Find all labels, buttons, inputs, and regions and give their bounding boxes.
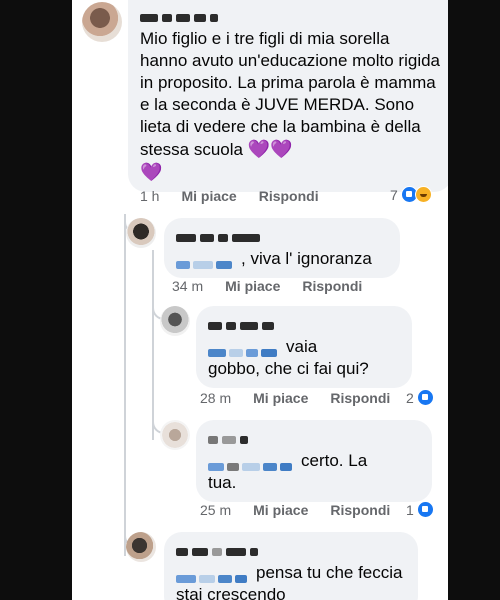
reaction-summary-4[interactable]: 1 <box>406 501 434 518</box>
like-button[interactable]: Mi piace <box>181 188 236 204</box>
timestamp[interactable]: 34 m <box>172 278 203 294</box>
avatar[interactable] <box>160 306 190 336</box>
redacted-name[interactable] <box>208 428 420 444</box>
like-button[interactable]: Mi piace <box>253 390 308 406</box>
like-button[interactable]: Mi piace <box>225 278 280 294</box>
redacted-name[interactable] <box>140 6 440 22</box>
comment-bubble-2: , viva l' ignoranza <box>164 218 400 278</box>
like-reaction-icon <box>416 389 434 406</box>
comment-actions-2: 34 m Mi piace Rispondi <box>172 278 362 294</box>
comment-bubble-5: pensa tu che feccia stai crescendo <box>164 532 418 600</box>
redacted-mention[interactable] <box>208 456 295 472</box>
reply-button[interactable]: Rispondi <box>330 502 390 518</box>
comment-bubble-1: Mio figlio e i tre figli di mia sorella … <box>128 0 448 192</box>
timestamp[interactable]: 28 m <box>200 390 231 406</box>
redacted-name[interactable] <box>176 226 388 242</box>
avatar[interactable] <box>82 2 122 42</box>
redacted-mention[interactable] <box>176 568 250 584</box>
reaction-count: 1 <box>406 501 414 518</box>
redacted-mention[interactable] <box>208 342 280 358</box>
comment-actions-3: 28 m Mi piace Rispondi <box>200 390 390 406</box>
comment-text-line-1: pensa tu che feccia <box>256 563 403 582</box>
reply-button[interactable]: Rispondi <box>330 390 390 406</box>
reaction-summary-1[interactable]: 7 <box>390 186 432 203</box>
like-button[interactable]: Mi piace <box>253 502 308 518</box>
reply-button[interactable]: Rispondi <box>259 188 319 204</box>
avatar[interactable] <box>160 420 190 450</box>
comment-actions-1: 1 h Mi piace Rispondi <box>140 188 319 204</box>
reply-button[interactable]: Rispondi <box>302 278 362 294</box>
purple-heart-emoji: 💜💜 <box>247 139 293 159</box>
thread-line-sub <box>152 250 154 440</box>
comment-bubble-3: vaia gobbo, che ci fai qui? <box>196 306 412 388</box>
reaction-count: 2 <box>406 389 414 406</box>
comment-text-line-2: stai crescendo <box>176 585 286 600</box>
thread-line-main <box>124 216 126 556</box>
avatar[interactable] <box>126 532 156 562</box>
redacted-name[interactable] <box>208 314 400 330</box>
redacted-name[interactable] <box>176 540 406 556</box>
purple-heart-emoji: 💜 <box>140 162 163 182</box>
comment-text: , viva l' ignoranza <box>241 249 372 268</box>
comment-bubble-4: certo. La tua. <box>196 420 432 502</box>
comment-text-line-1: vaia <box>286 337 318 356</box>
haha-reaction-icon <box>414 186 432 203</box>
comment-actions-4: 25 m Mi piace Rispondi <box>200 502 390 518</box>
timestamp[interactable]: 1 h <box>140 188 159 204</box>
comment-text-line-1: certo. La <box>301 451 368 470</box>
comment-text-line-2: gobbo, che ci fai qui? <box>208 359 369 378</box>
like-reaction-icon <box>416 501 434 518</box>
comment-text-line-2: tua. <box>208 473 237 492</box>
reaction-summary-3[interactable]: 2 <box>406 389 434 406</box>
timestamp[interactable]: 25 m <box>200 502 231 518</box>
redacted-mention[interactable] <box>176 254 235 270</box>
avatar[interactable] <box>126 218 156 248</box>
comment-thread-panel: Mio figlio e i tre figli di mia sorella … <box>72 0 448 600</box>
reaction-count: 7 <box>390 186 398 203</box>
